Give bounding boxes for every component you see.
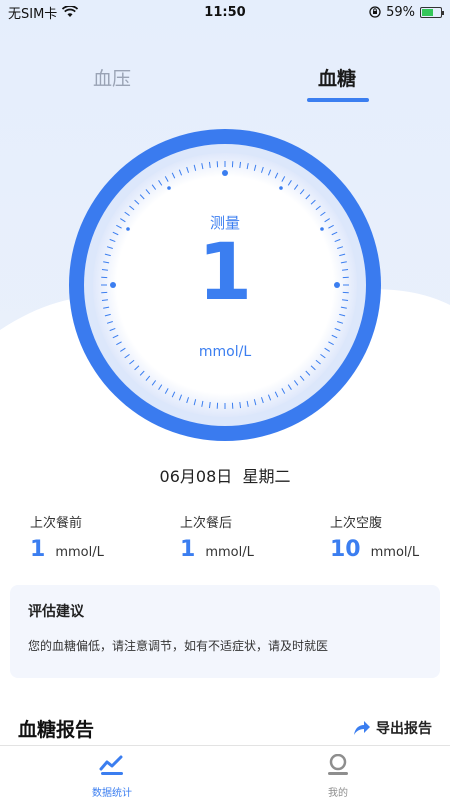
assessment-title: 评估建议 — [28, 604, 84, 620]
stat-title: 上次餐后 — [180, 516, 233, 531]
stat-unit: mmol/L — [370, 545, 420, 560]
report-title: 血糖报告 — [18, 719, 95, 741]
status-bar: 无SIM卡 11:50 59% — [0, 0, 450, 24]
assessment-text: 您的血糖偏低，请注意调节，如有不适症状，请及时就医 — [28, 639, 329, 653]
stat-fasting: 上次空腹 10 mmol/L — [330, 512, 419, 562]
active-tab-indicator — [307, 98, 369, 102]
stat-value: 1 — [30, 537, 46, 562]
nav-label: 我的 — [328, 788, 348, 799]
stat-unit: mmol/L — [205, 545, 254, 560]
battery-icon — [420, 6, 444, 18]
wifi-icon — [62, 6, 79, 17]
nav-label: 数据统计 — [92, 788, 132, 799]
orientation-lock-icon — [369, 6, 381, 18]
export-report-button[interactable]: 导出报告 — [353, 718, 432, 738]
report-header: 血糖报告 导出报告 — [0, 715, 450, 741]
share-arrow-icon — [354, 721, 370, 735]
gauge-dot — [167, 186, 171, 190]
stat-value: 1 — [180, 537, 196, 562]
last-readings: 上次餐前 1 mmol/L 上次餐后 1 mmol/L 上次空腹 10 mmol… — [0, 512, 450, 564]
stat-title: 上次餐前 — [30, 516, 83, 531]
gauge-dot — [279, 186, 283, 190]
battery-percent: 59% — [386, 4, 415, 20]
stat-before-meal: 上次餐前 1 mmol/L — [30, 512, 104, 562]
gauge-dot — [222, 170, 228, 176]
stat-title: 上次空腹 — [330, 516, 383, 531]
gauge-unit: mmol/L — [198, 344, 252, 360]
measurement-gauge: 测量 1 mmol/L — [68, 128, 382, 442]
measurement-date: 06月08日 星期二 — [159, 467, 291, 486]
export-report-label: 导出报告 — [376, 721, 432, 737]
bottom-nav: 数据统计 我的 — [0, 745, 450, 800]
gauge-value: 1 — [197, 228, 253, 318]
stat-after-meal: 上次餐后 1 mmol/L — [180, 512, 254, 562]
nav-data-stats[interactable]: 数据统计 — [72, 754, 152, 799]
stat-value: 10 — [330, 537, 361, 562]
tab-blood-pressure[interactable]: 血压 — [93, 64, 131, 91]
stat-unit: mmol/L — [55, 545, 104, 560]
nav-mine[interactable]: 我的 — [298, 753, 378, 799]
tab-bar: 血压 血糖 — [0, 60, 450, 106]
profile-icon — [328, 753, 348, 775]
tab-blood-sugar[interactable]: 血糖 — [318, 64, 356, 91]
assessment-card: 评估建议 您的血糖偏低，请注意调节，如有不适症状，请及时就医 — [10, 585, 440, 678]
carrier-label: 无SIM卡 — [8, 6, 58, 22]
chart-line-icon — [99, 755, 123, 775]
